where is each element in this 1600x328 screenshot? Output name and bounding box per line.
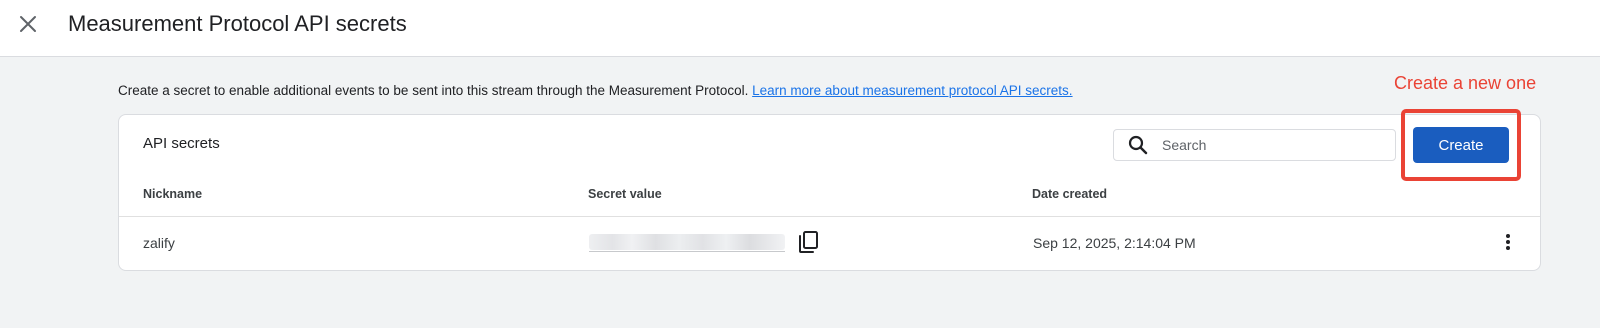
create-highlight-box	[1401, 109, 1521, 181]
api-secrets-card: API secrets Create Nickname Secret value…	[118, 114, 1541, 271]
annotation-label: Create a new one	[1394, 73, 1537, 93]
column-header-date-created: Date created	[1032, 187, 1108, 201]
search-box[interactable]	[1113, 129, 1396, 161]
card-title: API secrets	[143, 135, 220, 152]
column-header-secret-value: Secret value	[588, 187, 662, 201]
close-icon	[20, 16, 36, 32]
header-divider	[119, 216, 1540, 217]
search-input[interactable]	[1162, 137, 1382, 153]
nickname-cell: zalify	[143, 235, 175, 251]
learn-more-link[interactable]: Learn more about measurement protocol AP…	[752, 83, 1072, 98]
secret-value-underline	[589, 251, 785, 252]
copy-icon	[799, 231, 818, 253]
close-button[interactable]	[14, 10, 42, 38]
top-bar: Measurement Protocol API secrets	[0, 0, 1600, 57]
copy-secret-button[interactable]	[795, 229, 821, 255]
search-icon	[1114, 135, 1162, 155]
intro-description: Create a secret to enable additional eve…	[118, 83, 749, 98]
secret-value-redacted	[589, 234, 785, 250]
date-created-cell: Sep 12, 2025, 2:14:04 PM	[1033, 235, 1196, 251]
more-vert-icon	[1506, 234, 1510, 250]
column-header-nickname: Nickname	[143, 187, 203, 201]
row-actions-button[interactable]	[1495, 229, 1521, 255]
page-title: Measurement Protocol API secrets	[68, 11, 407, 36]
intro-text: Create a secret to enable additional eve…	[118, 82, 1073, 100]
